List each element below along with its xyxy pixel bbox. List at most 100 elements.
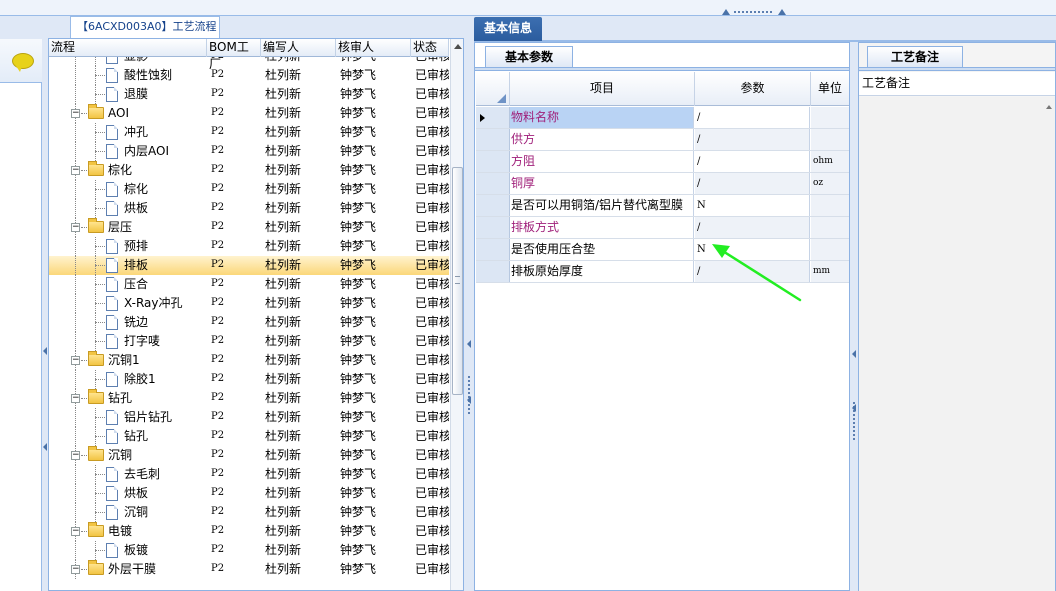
- row-header[interactable]: [476, 217, 510, 238]
- collapse-grip[interactable]: [722, 9, 788, 15]
- param-value-cell[interactable]: /: [695, 151, 810, 172]
- tree-row[interactable]: X-Ray冲孔 P2 杜列新 钟梦飞 已审核: [49, 294, 449, 313]
- tree-folder-node[interactable]: 沉铜: [108, 446, 132, 465]
- tree-row[interactable]: 内层AOI P2 杜列新 钟梦飞 已审核: [49, 142, 449, 161]
- middle-splitter[interactable]: [464, 16, 474, 591]
- collapse-minus-icon[interactable]: −: [71, 356, 80, 365]
- tree-step-node[interactable]: 烘板: [124, 484, 148, 503]
- collapse-minus-icon[interactable]: −: [71, 565, 80, 574]
- tree-row[interactable]: 预排 P2 杜列新 钟梦飞 已审核: [49, 237, 449, 256]
- row-header[interactable]: [476, 173, 510, 194]
- tree-row[interactable]: − AOI P2 杜列新 钟梦飞 已审核: [49, 104, 449, 123]
- column-header-unit[interactable]: 单位: [811, 72, 849, 106]
- collapse-minus-icon[interactable]: −: [71, 527, 80, 536]
- grid-corner-icon[interactable]: [476, 72, 510, 106]
- collapse-minus-icon[interactable]: −: [71, 223, 80, 232]
- tree-folder-node[interactable]: 层压: [108, 218, 132, 237]
- param-value-cell[interactable]: /: [695, 217, 810, 238]
- tree-folder-node[interactable]: 钻孔: [108, 389, 132, 408]
- tree-row[interactable]: 排板 P2 杜列新 钟梦飞 已审核: [49, 256, 449, 275]
- params-row[interactable]: 供方 /: [476, 129, 849, 151]
- tree-row[interactable]: − 沉铜1 P2 杜列新 钟梦飞 已审核: [49, 351, 449, 370]
- tree-step-node[interactable]: 打字唛: [124, 332, 160, 351]
- tree-step-node[interactable]: 除胶1: [124, 370, 156, 389]
- scroll-up-icon[interactable]: [454, 44, 462, 49]
- tab-basic-info[interactable]: 基本信息: [474, 17, 542, 41]
- tree-folder-node[interactable]: 棕化: [108, 161, 132, 180]
- column-header-writer[interactable]: 编写人: [261, 39, 336, 57]
- tree-row[interactable]: − 沉铜 P2 杜列新 钟梦飞 已审核: [49, 446, 449, 465]
- tree-row[interactable]: 冲孔 P2 杜列新 钟梦飞 已审核: [49, 123, 449, 142]
- tree-step-node[interactable]: 烘板: [124, 199, 148, 218]
- column-header-value[interactable]: 参数: [695, 72, 811, 106]
- tree-step-node[interactable]: 排板: [124, 256, 148, 275]
- tree-row[interactable]: 烘板 P2 杜列新 钟梦飞 已审核: [49, 199, 449, 218]
- tree-folder-node[interactable]: 沉铜1: [108, 351, 140, 370]
- row-header[interactable]: [476, 107, 510, 128]
- tree-row[interactable]: 显影 P2 杜列新钟梦飞已审核: [49, 57, 449, 66]
- tree-row[interactable]: − 钻孔 P2 杜列新 钟梦飞 已审核: [49, 389, 449, 408]
- param-value-cell[interactable]: N: [695, 195, 810, 216]
- tree-folder-node[interactable]: 外层干膜: [108, 560, 156, 579]
- tree-row[interactable]: 钻孔 P2 杜列新 钟梦飞 已审核: [49, 427, 449, 446]
- row-header[interactable]: [476, 129, 510, 150]
- tree-row[interactable]: 除胶1 P2 杜列新 钟梦飞 已审核: [49, 370, 449, 389]
- tree-step-node[interactable]: 预排: [124, 237, 148, 256]
- params-row[interactable]: 物料名称 /: [476, 107, 849, 129]
- tree-step-node[interactable]: 沉铜: [124, 503, 148, 522]
- tree-step-node[interactable]: 板镀: [124, 541, 148, 560]
- collapse-minus-icon[interactable]: −: [71, 166, 80, 175]
- tree-row[interactable]: 铣边 P2 杜列新 钟梦飞 已审核: [49, 313, 449, 332]
- row-header[interactable]: [476, 261, 510, 282]
- tree-step-node[interactable]: 去毛刺: [124, 465, 160, 484]
- tree-row[interactable]: − 棕化 P2 杜列新 钟梦飞 已审核: [49, 161, 449, 180]
- tree-row[interactable]: 沉铜 P2 杜列新 钟梦飞 已审核: [49, 503, 449, 522]
- tree-step-node[interactable]: 内层AOI: [124, 142, 169, 161]
- column-header-reviewer[interactable]: 核审人: [336, 39, 411, 57]
- tree-row[interactable]: − 外层干膜 P2 杜列新 钟梦飞 已审核: [49, 560, 449, 579]
- tree-row[interactable]: 棕化 P2 杜列新 钟梦飞 已审核: [49, 180, 449, 199]
- collapse-minus-icon[interactable]: −: [71, 451, 80, 460]
- tree-step-node[interactable]: 冲孔: [124, 123, 148, 142]
- column-header-status[interactable]: 状态: [411, 39, 449, 57]
- tree-step-node[interactable]: 酸性蚀刻: [124, 66, 172, 85]
- tree-step-node[interactable]: 棕化: [124, 180, 148, 199]
- tab-basic-params[interactable]: 基本参数: [485, 46, 573, 67]
- tree-row[interactable]: − 电镀 P2 杜列新 钟梦飞 已审核: [49, 522, 449, 541]
- scroll-up-icon[interactable]: [1046, 105, 1052, 109]
- row-header[interactable]: [476, 239, 510, 260]
- tree-row[interactable]: 板镀 P2 杜列新 钟梦飞 已审核: [49, 541, 449, 560]
- params-row[interactable]: 是否可以用铜箔/铝片替代离型膜 N: [476, 195, 849, 217]
- tree-row[interactable]: 酸性蚀刻 P2 杜列新 钟梦飞 已审核: [49, 66, 449, 85]
- message-button[interactable]: [0, 39, 42, 83]
- collapse-minus-icon[interactable]: −: [71, 109, 80, 118]
- tree-row[interactable]: 烘板 P2 杜列新 钟梦飞 已审核: [49, 484, 449, 503]
- tree-step-node[interactable]: 铣边: [124, 313, 148, 332]
- tree-step-node[interactable]: 退膜: [124, 85, 148, 104]
- collapse-minus-icon[interactable]: −: [71, 394, 80, 403]
- column-header-bom-factory[interactable]: BOM工厂: [207, 39, 261, 71]
- right-splitter[interactable]: [850, 42, 858, 591]
- tree-row[interactable]: 铝片钻孔 P2 杜列新 钟梦飞 已审核: [49, 408, 449, 427]
- params-row[interactable]: 方阻 / ohm: [476, 151, 849, 173]
- tree-step-node[interactable]: 铝片钻孔: [124, 408, 172, 427]
- param-value-cell[interactable]: /: [695, 107, 810, 128]
- tree-row[interactable]: − 层压 P2 杜列新 钟梦飞 已审核: [49, 218, 449, 237]
- tree-folder-node[interactable]: AOI: [108, 104, 129, 123]
- scroll-thumb[interactable]: [452, 167, 463, 395]
- tree-row[interactable]: 打字唛 P2 杜列新 钟梦飞 已审核: [49, 332, 449, 351]
- column-header-item[interactable]: 项目: [510, 72, 695, 106]
- tree-scrollbar[interactable]: [450, 39, 463, 590]
- row-header[interactable]: [476, 195, 510, 216]
- param-value-cell[interactable]: /: [695, 129, 810, 150]
- tree-step-node[interactable]: X-Ray冲孔: [124, 294, 182, 313]
- tree-folder-node[interactable]: 电镀: [108, 522, 132, 541]
- tab-process-flow[interactable]: 【6ACXD003A0】工艺流程: [70, 16, 220, 38]
- tree-step-node[interactable]: 压合: [124, 275, 148, 294]
- notes-textarea[interactable]: [859, 97, 1055, 591]
- column-header-flow[interactable]: 流程: [49, 39, 207, 57]
- tree-row[interactable]: 退膜 P2 杜列新 钟梦飞 已审核: [49, 85, 449, 104]
- tab-process-notes[interactable]: 工艺备注: [867, 46, 963, 67]
- row-header[interactable]: [476, 151, 510, 172]
- tree-step-node[interactable]: 显影: [124, 57, 148, 66]
